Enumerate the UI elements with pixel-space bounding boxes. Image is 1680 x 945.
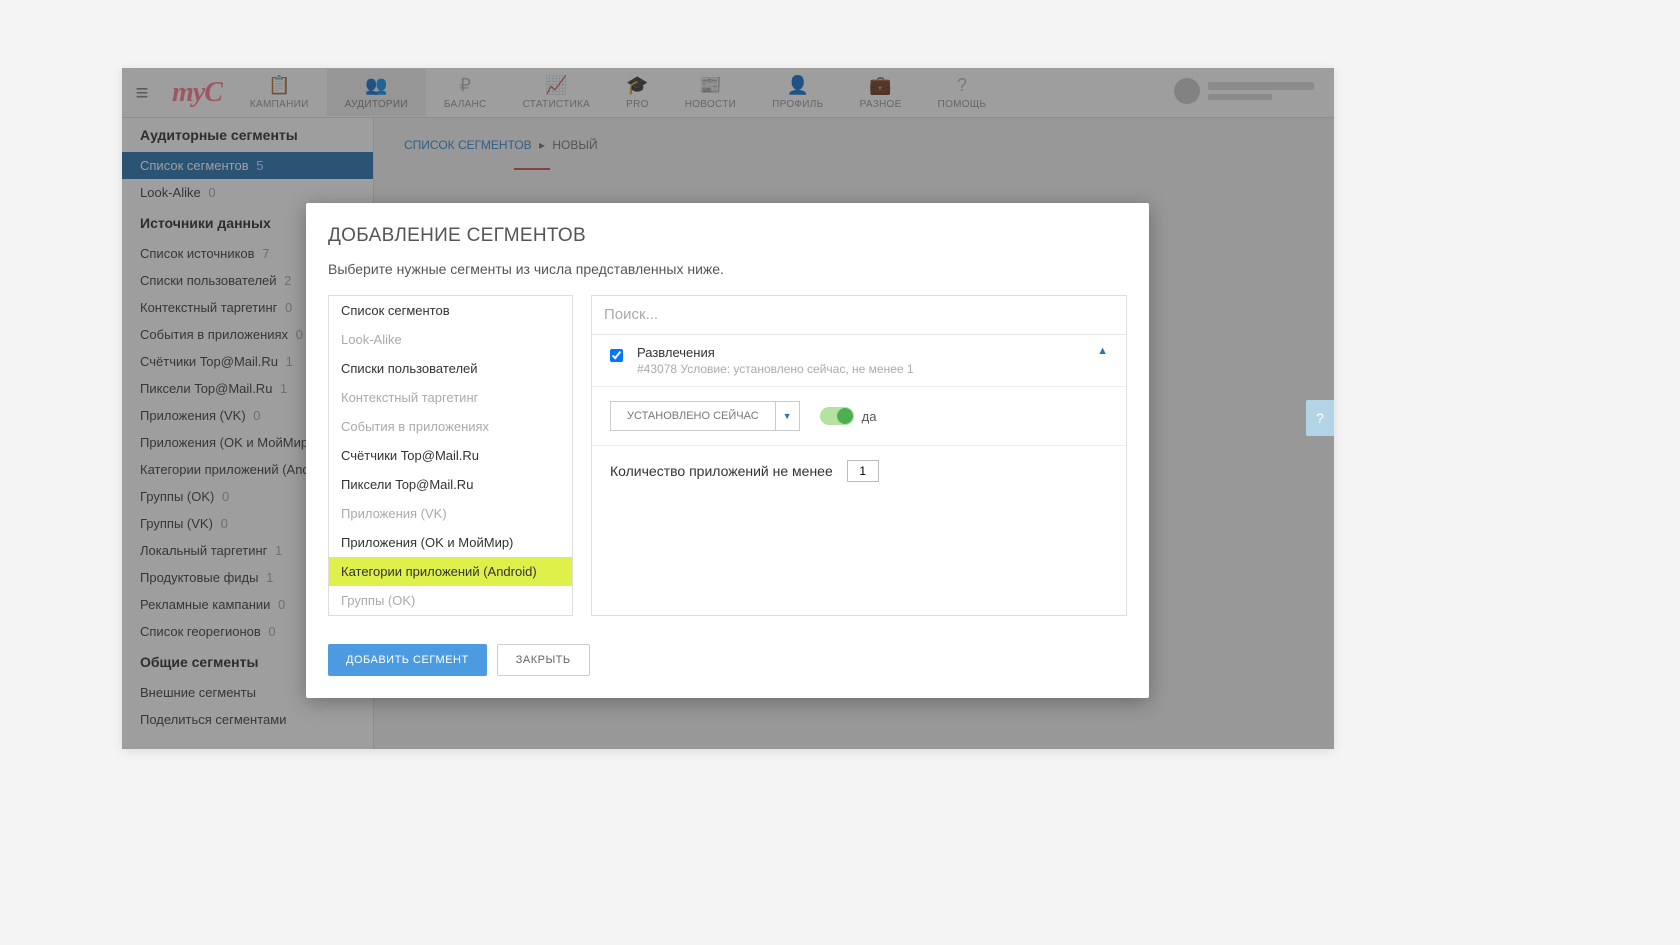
modal-footer: ДОБАВИТЬ СЕГМЕНТ ЗАКРЫТЬ <box>328 644 1127 676</box>
segment-type-item[interactable]: Категории приложений (Android) <box>329 557 572 586</box>
quantity-row: Количество приложений не менее <box>592 446 1126 496</box>
dropdown-label: УСТАНОВЛЕНО СЕЙЧАС <box>611 402 775 430</box>
segment-type-item[interactable]: Счётчики Top@Mail.Ru <box>329 441 572 470</box>
close-button[interactable]: ЗАКРЫТЬ <box>497 644 590 676</box>
toggle-switch[interactable] <box>820 407 854 425</box>
modal-title: ДОБАВЛЕНИЕ СЕГМЕНТОВ <box>328 225 1127 247</box>
collapse-icon[interactable]: ▲ <box>1097 345 1108 357</box>
segment-type-item[interactable]: Пиксели Top@Mail.Ru <box>329 470 572 499</box>
quantity-label: Количество приложений не менее <box>610 463 833 479</box>
segment-type-item: Приложения (VK) <box>329 499 572 528</box>
quantity-input[interactable] <box>847 460 879 482</box>
segment-type-item[interactable]: Списки пользователей <box>329 354 572 383</box>
segment-type-item: Look-Alike <box>329 325 572 354</box>
segment-type-item: События в приложениях <box>329 412 572 441</box>
segment-result-title: Развлечения <box>637 345 1083 360</box>
segment-type-item[interactable]: Приложения (OK и МойМир) <box>329 528 572 557</box>
add-segment-button[interactable]: ДОБАВИТЬ СЕГМЕНТ <box>328 644 487 676</box>
search-input[interactable] <box>604 306 1114 323</box>
chevron-down-icon: ▼ <box>775 402 799 430</box>
segment-details-panel: Развлечения #43078 Условие: установлено … <box>591 295 1127 616</box>
segment-result-row[interactable]: Развлечения #43078 Условие: установлено … <box>592 335 1126 387</box>
segment-type-item: Контекстный таргетинг <box>329 383 572 412</box>
add-segments-modal: ДОБАВЛЕНИЕ СЕГМЕНТОВ Выберите нужные сег… <box>306 203 1149 698</box>
modal-subtitle: Выберите нужные сегменты из числа предст… <box>328 261 1127 277</box>
segment-type-item[interactable]: Список сегментов <box>329 296 572 325</box>
segment-type-item: Группы (OK) <box>329 586 572 615</box>
search-box <box>592 296 1126 335</box>
toggle-label: да <box>862 409 877 424</box>
segment-result-meta: #43078 Условие: установлено сейчас, не м… <box>637 362 1083 376</box>
toggle-wrap: да <box>820 407 877 425</box>
segment-checkbox[interactable] <box>610 349 623 362</box>
condition-dropdown[interactable]: УСТАНОВЛЕНО СЕЙЧАС ▼ <box>610 401 800 431</box>
segment-type-list: Список сегментовLook-AlikeСписки пользов… <box>328 295 573 616</box>
help-tab[interactable]: ? <box>1306 400 1334 436</box>
segment-controls: УСТАНОВЛЕНО СЕЙЧАС ▼ да <box>592 387 1126 446</box>
